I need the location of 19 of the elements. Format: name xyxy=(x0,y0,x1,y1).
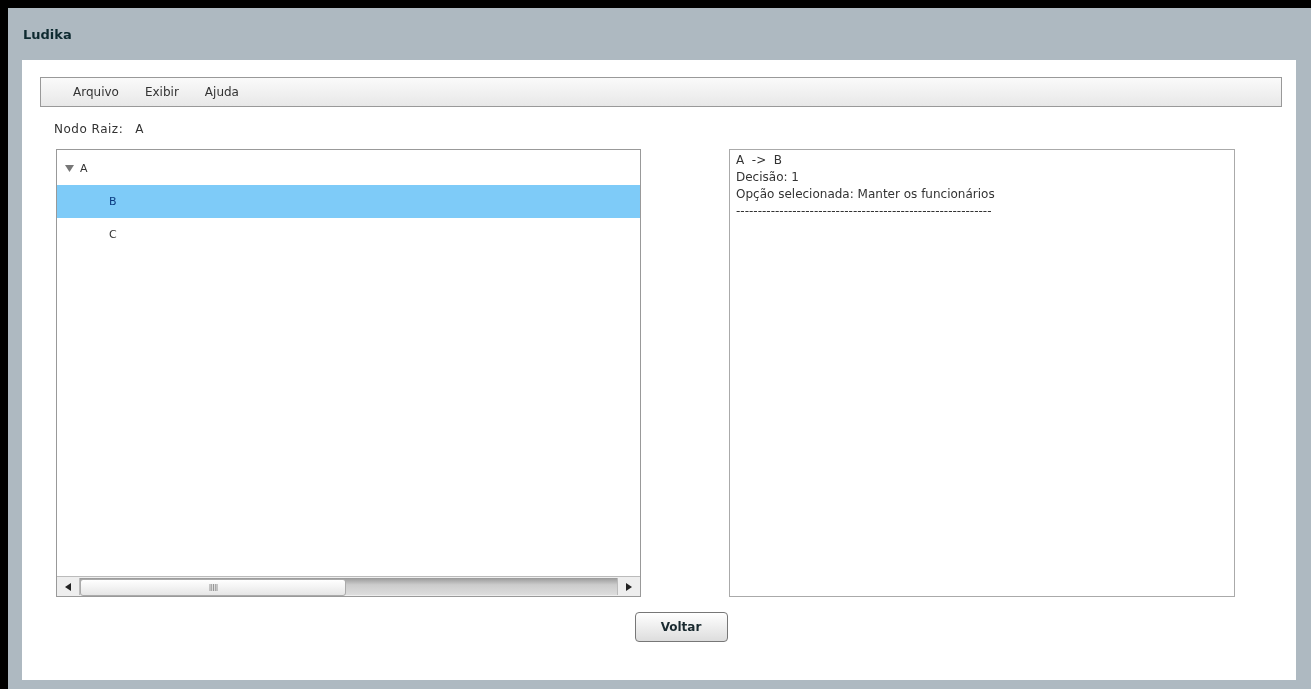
expanded-triangle-icon[interactable] xyxy=(65,164,74,173)
scroll-thumb[interactable] xyxy=(80,579,346,596)
log-text-area[interactable]: A -> B Decisão: 1 Opção selecionada: Manter os funcionários ----------------------------------------------------------- xyxy=(729,149,1235,597)
back-button[interactable]: Voltar xyxy=(634,612,728,642)
root-node-value: A xyxy=(135,122,144,138)
menu-item[interactable]: Ajuda xyxy=(204,85,239,99)
log-line: Decisão: 1 xyxy=(736,169,800,186)
log-line: A -> B xyxy=(736,152,784,169)
tree-item[interactable]: C xyxy=(57,218,640,251)
menu-item[interactable]: Exibir xyxy=(144,85,179,99)
log-line: Opção selecionada: Manter os funcionários xyxy=(736,186,996,203)
tree-item[interactable]: B xyxy=(57,185,640,218)
tree-item[interactable]: A xyxy=(57,152,640,185)
horizontal-scrollbar[interactable] xyxy=(57,576,640,596)
grip-icon xyxy=(208,584,218,591)
log-line: ----------------------------------------------------------- xyxy=(736,203,993,220)
root-node-label: Nodo Raiz: xyxy=(54,122,124,138)
menu-item[interactable]: Arquivo xyxy=(73,85,119,99)
window-title: Ludika xyxy=(23,26,72,42)
